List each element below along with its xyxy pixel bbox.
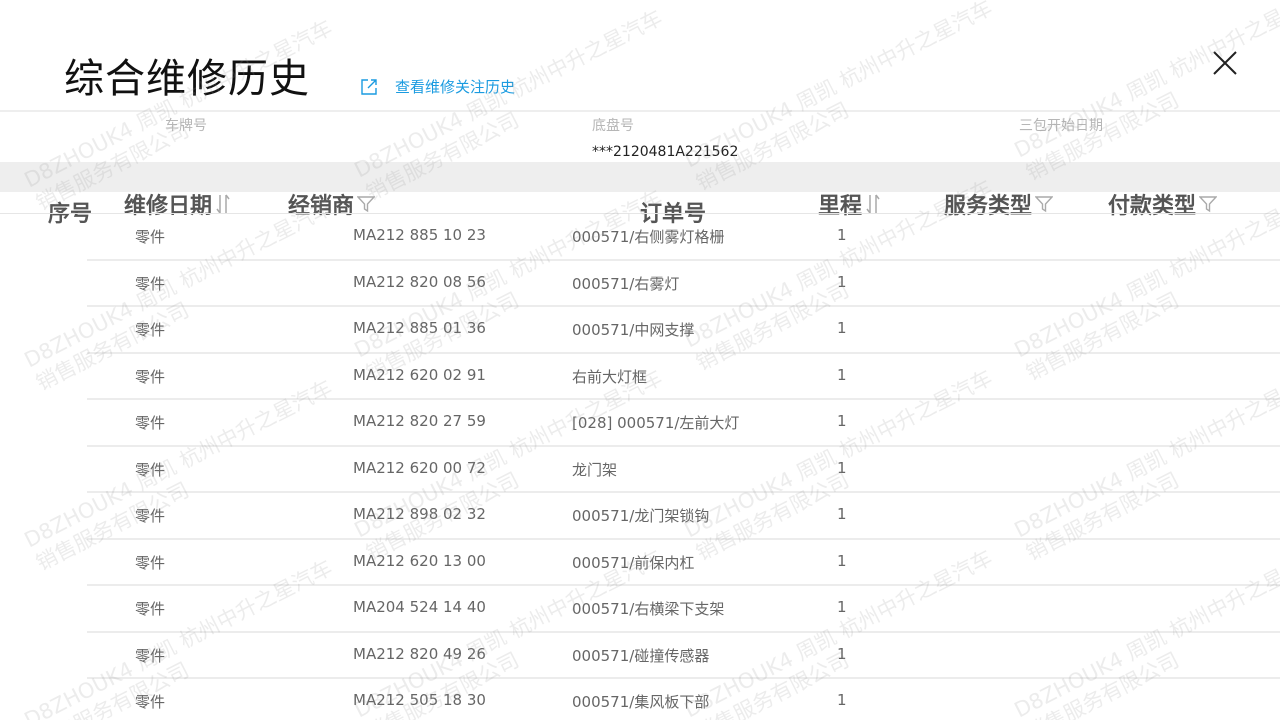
row-quantity: 1 xyxy=(837,551,847,570)
filter-icon[interactable] xyxy=(357,195,376,213)
row-part-number: MA212 620 13 00 xyxy=(353,551,486,570)
table-row[interactable]: 零件 MA212 885 10 23 000571/右侧雾灯格栅 1 xyxy=(0,214,1280,261)
table-row[interactable]: 零件 MA212 620 13 00 000571/前保内杠 1 xyxy=(0,540,1280,586)
row-part-name: 000571/右雾灯 xyxy=(572,274,680,293)
row-part-name: [028] 000571/左前大灯 xyxy=(572,414,740,432)
view-repair-history-link[interactable]: 查看维修关注历史 xyxy=(360,76,515,97)
watermark-line1: D8ZHOUK4 周凯 杭州中升之星汽车 xyxy=(1010,0,1280,163)
filter-icon[interactable] xyxy=(1035,195,1054,213)
close-icon xyxy=(1213,51,1237,75)
info-divider xyxy=(0,110,1280,112)
sort-icon[interactable] xyxy=(215,193,231,215)
row-type: 零件 xyxy=(135,600,166,618)
watermark: D8ZHOUK4 周凯 杭州中升之星汽车销售服务有限公司 xyxy=(1010,0,1280,186)
page-title: 综合维修历史 xyxy=(64,56,310,102)
row-quantity: 1 xyxy=(837,226,847,244)
row-part-name: 000571/前保内杠 xyxy=(572,553,695,572)
table-row[interactable]: 零件 MA212 820 08 56 000571/右雾灯 1 xyxy=(0,261,1280,307)
table-row[interactable]: 零件 MA212 505 18 30 000571/集风板下部 1 xyxy=(0,679,1280,726)
table-row[interactable]: 零件 MA212 820 49 26 000571/碰撞传感器 1 xyxy=(0,633,1280,679)
row-type: 零件 xyxy=(135,274,166,293)
watermark-line2: 销售服务有限公司 xyxy=(1022,87,1183,186)
sort-icon[interactable] xyxy=(865,193,881,215)
table-row[interactable]: 零件 MA204 524 14 40 000571/右横梁下支架 1 xyxy=(0,586,1280,633)
row-quantity: 1 xyxy=(837,691,847,709)
parts-table-body: 零件 MA212 885 10 23 000571/右侧雾灯格栅 1 零件 MA… xyxy=(0,214,1280,726)
warranty-start-label: 三包开始日期 xyxy=(1019,118,1103,134)
chassis-value: ***2120481A221562 xyxy=(592,144,739,160)
row-type: 零件 xyxy=(135,414,166,432)
row-part-name: 龙门架 xyxy=(572,460,618,479)
row-part-number: MA212 620 02 91 xyxy=(353,365,486,384)
row-part-name: 000571/右横梁下支架 xyxy=(572,600,725,618)
row-type: 零件 xyxy=(135,367,166,386)
row-quantity: 1 xyxy=(837,644,847,663)
row-part-number: MA212 820 08 56 xyxy=(353,272,486,291)
row-quantity: 1 xyxy=(837,319,847,337)
row-part-number: MA212 505 18 30 xyxy=(353,691,486,709)
row-quantity: 1 xyxy=(837,365,847,384)
row-part-number: MA212 885 01 36 xyxy=(353,319,486,337)
row-quantity: 1 xyxy=(837,272,847,291)
row-type: 零件 xyxy=(135,507,166,525)
row-part-name: 右前大灯框 xyxy=(572,367,648,386)
row-part-name: 000571/中网支撑 xyxy=(572,321,695,339)
row-type: 零件 xyxy=(135,646,166,665)
row-part-number: MA212 620 00 72 xyxy=(353,458,486,477)
table-row[interactable]: 零件 MA212 620 00 72 龙门架 1 xyxy=(0,447,1280,493)
filter-icon[interactable] xyxy=(1199,195,1218,213)
row-type: 零件 xyxy=(135,693,166,711)
row-part-number: MA212 898 02 32 xyxy=(353,505,486,523)
table-row[interactable]: 零件 MA212 620 02 91 右前大灯框 1 xyxy=(0,354,1280,400)
row-part-name: 000571/右侧雾灯格栅 xyxy=(572,228,725,246)
table-row[interactable]: 零件 MA212 898 02 32 000571/龙门架锁钩 1 xyxy=(0,493,1280,540)
row-quantity: 1 xyxy=(837,598,847,616)
row-type: 零件 xyxy=(135,553,166,572)
row-quantity: 1 xyxy=(837,458,847,477)
external-link-icon xyxy=(361,78,377,95)
row-part-number: MA204 524 14 40 xyxy=(353,598,486,616)
row-type: 零件 xyxy=(135,460,166,479)
chassis-label: 底盘号 xyxy=(592,118,634,134)
view-repair-history-label: 查看维修关注历史 xyxy=(395,78,516,96)
row-part-number: MA212 820 27 59 xyxy=(353,412,486,430)
row-part-name: 000571/碰撞传感器 xyxy=(572,646,710,665)
row-type: 零件 xyxy=(135,321,166,339)
row-quantity: 1 xyxy=(837,505,847,523)
close-button[interactable] xyxy=(1210,48,1240,78)
table-row[interactable]: 零件 MA212 820 27 59 [028] 000571/左前大灯 1 xyxy=(0,400,1280,447)
row-type: 零件 xyxy=(135,228,166,246)
row-quantity: 1 xyxy=(837,412,847,430)
plate-label: 车牌号 xyxy=(165,118,207,134)
table-row[interactable]: 零件 MA212 885 01 36 000571/中网支撑 1 xyxy=(0,307,1280,354)
row-part-name: 000571/龙门架锁钩 xyxy=(572,507,710,525)
row-part-number: MA212 820 49 26 xyxy=(353,644,486,663)
row-part-number: MA212 885 10 23 xyxy=(353,226,486,244)
row-part-name: 000571/集风板下部 xyxy=(572,693,710,711)
